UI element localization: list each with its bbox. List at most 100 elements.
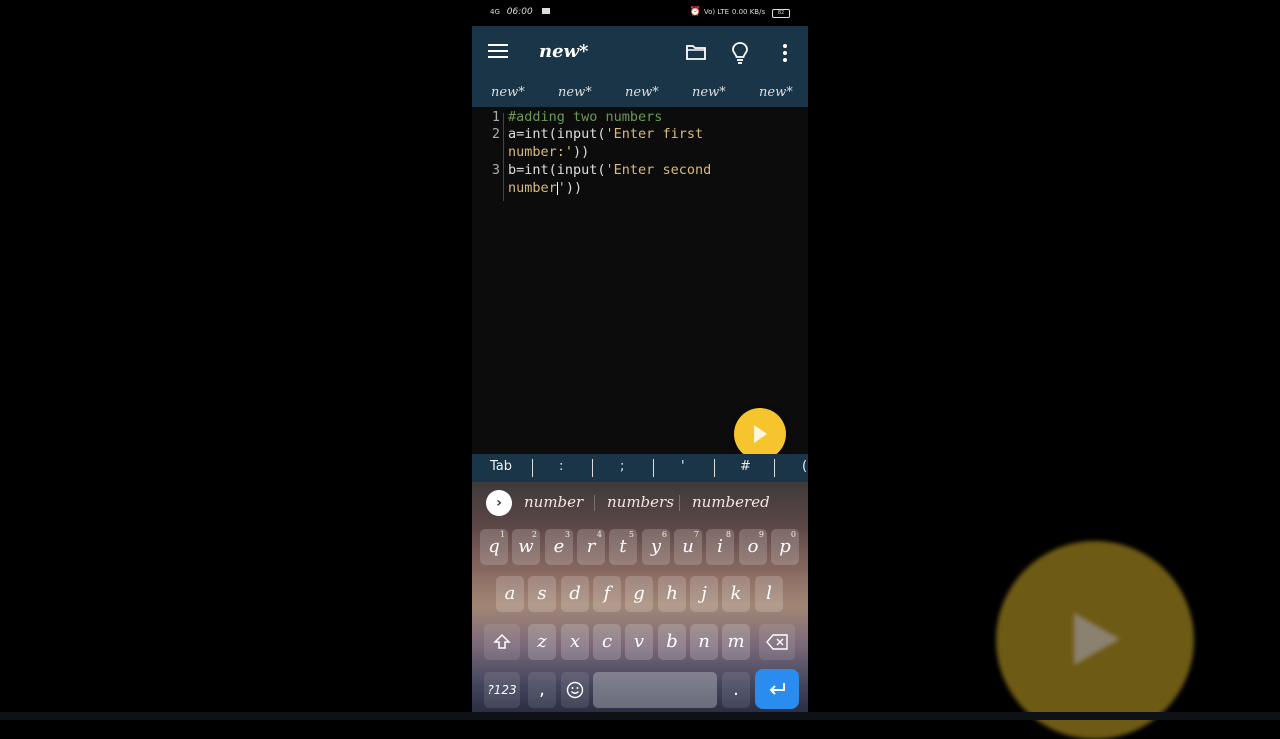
- line-number: 1: [491, 109, 500, 125]
- symbol-colon[interactable]: :: [559, 459, 563, 474]
- key-w[interactable]: w2: [512, 529, 540, 565]
- code-token: )): [565, 180, 583, 196]
- status-bar: 4G 06:00 ⏰ Vo) LTE 0.00 KB/s 82: [472, 0, 808, 26]
- tab-1[interactable]: new*: [491, 85, 525, 100]
- key-x[interactable]: x: [561, 624, 589, 660]
- code-editor[interactable]: 1 #adding two numbers 2 a=int(input('Ent…: [472, 107, 808, 454]
- key-b[interactable]: b: [658, 624, 686, 660]
- key-p[interactable]: p0: [771, 529, 799, 565]
- tab-5[interactable]: new*: [759, 85, 793, 100]
- space-key[interactable]: [593, 672, 717, 708]
- soft-keyboard: › number numbers numbered q1 w2 e3 r4 t5…: [472, 482, 808, 720]
- code-string: ': [557, 180, 566, 196]
- shift-icon: [493, 633, 511, 649]
- alarm-icon: ⏰: [689, 7, 702, 17]
- key-t[interactable]: t5: [609, 529, 637, 565]
- symbol-separator: [714, 459, 715, 477]
- key-z[interactable]: z: [528, 624, 556, 660]
- file-title: new*: [539, 41, 589, 62]
- battery-icon: 82: [772, 9, 790, 18]
- chevron-right-icon[interactable]: ›: [486, 490, 512, 516]
- suggestion-strip: › number numbers numbered: [472, 482, 808, 524]
- data-rate: 0.00 KB/s: [731, 8, 766, 16]
- symbol-bar: Tab : ; ' # (: [472, 454, 808, 482]
- code-string: number:': [508, 144, 574, 160]
- suggestion-3[interactable]: numbered: [692, 493, 770, 511]
- period-key[interactable]: .: [722, 672, 750, 708]
- volte-indicator: Vo) LTE: [703, 8, 730, 16]
- code-line-wrap: number')): [508, 180, 582, 196]
- key-q[interactable]: q1: [480, 529, 508, 565]
- symbol-separator: [774, 459, 775, 477]
- key-l[interactable]: l: [755, 576, 783, 612]
- key-d[interactable]: d: [561, 576, 589, 612]
- key-a[interactable]: a: [496, 576, 524, 612]
- key-f[interactable]: f: [593, 576, 621, 612]
- suggestion-separator: [594, 495, 595, 511]
- recording-icon: [541, 8, 550, 14]
- gutter-divider: [503, 113, 504, 201]
- tab-3[interactable]: new*: [625, 85, 659, 100]
- symbol-semicolon[interactable]: ;: [620, 459, 624, 474]
- code-token: )): [573, 144, 590, 160]
- tab-4[interactable]: new*: [692, 85, 726, 100]
- code-string: 'Enter first: [605, 126, 704, 142]
- app-bar: new*: [472, 26, 808, 80]
- backspace-icon: [766, 634, 788, 650]
- code-string: number: [508, 180, 557, 196]
- key-g[interactable]: g: [625, 576, 653, 612]
- code-string: 'Enter second: [605, 162, 712, 178]
- menu-icon[interactable]: [488, 44, 508, 60]
- symbol-tab[interactable]: Tab: [490, 459, 512, 474]
- symbol-separator: [592, 459, 593, 477]
- emoji-key[interactable]: [561, 672, 589, 708]
- key-r[interactable]: r4: [577, 529, 605, 565]
- background-play-overlay: [996, 541, 1194, 739]
- key-n[interactable]: n: [690, 624, 718, 660]
- key-k[interactable]: k: [722, 576, 750, 612]
- line-number: 2: [491, 126, 500, 142]
- file-tabs: new* new* new* new* new*: [472, 80, 808, 107]
- folder-icon[interactable]: [686, 44, 706, 60]
- key-v[interactable]: v: [625, 624, 653, 660]
- status-time: 06:00: [506, 7, 533, 17]
- symbol-quote[interactable]: ': [681, 459, 685, 474]
- backspace-key[interactable]: [759, 624, 795, 660]
- suggestion-2[interactable]: numbers: [607, 493, 674, 511]
- suggestion-1[interactable]: number: [524, 493, 583, 511]
- enter-key[interactable]: [755, 669, 799, 709]
- suggestion-separator: [679, 495, 680, 511]
- code-line: a=int(input('Enter first: [508, 126, 703, 142]
- symbol-separator: [653, 459, 654, 477]
- key-h[interactable]: h: [658, 576, 686, 612]
- key-s[interactable]: s: [528, 576, 556, 612]
- tab-2[interactable]: new*: [558, 85, 592, 100]
- key-m[interactable]: m: [722, 624, 750, 660]
- symbol-paren[interactable]: (: [802, 459, 807, 474]
- key-c[interactable]: c: [593, 624, 621, 660]
- lightbulb-icon[interactable]: [732, 42, 748, 64]
- more-vert-icon[interactable]: [782, 43, 788, 63]
- code-token: b=int(input(: [508, 162, 606, 178]
- play-icon: [1074, 613, 1120, 665]
- key-y[interactable]: y6: [642, 529, 670, 565]
- phone-screen: 4G 06:00 ⏰ Vo) LTE 0.00 KB/s 82 new* new…: [472, 0, 808, 720]
- code-line-wrap: number:')): [508, 144, 589, 160]
- key-i[interactable]: i8: [706, 529, 734, 565]
- play-icon: [754, 425, 767, 443]
- shift-key[interactable]: [484, 624, 520, 660]
- emoji-icon: [566, 681, 584, 699]
- symbols-key[interactable]: ?123: [484, 672, 520, 708]
- key-o[interactable]: o9: [739, 529, 767, 565]
- symbol-hash[interactable]: #: [740, 459, 751, 474]
- key-u[interactable]: u7: [674, 529, 702, 565]
- comma-key[interactable]: ,: [528, 672, 556, 708]
- key-j[interactable]: j: [690, 576, 718, 612]
- line-number: 3: [491, 162, 500, 178]
- enter-icon: [769, 683, 785, 695]
- run-button[interactable]: [734, 408, 786, 460]
- code-token: a=int(input(: [508, 126, 606, 142]
- key-e[interactable]: e3: [545, 529, 573, 565]
- code-line: b=int(input('Enter second: [508, 162, 711, 178]
- bottom-strip: [0, 712, 1280, 720]
